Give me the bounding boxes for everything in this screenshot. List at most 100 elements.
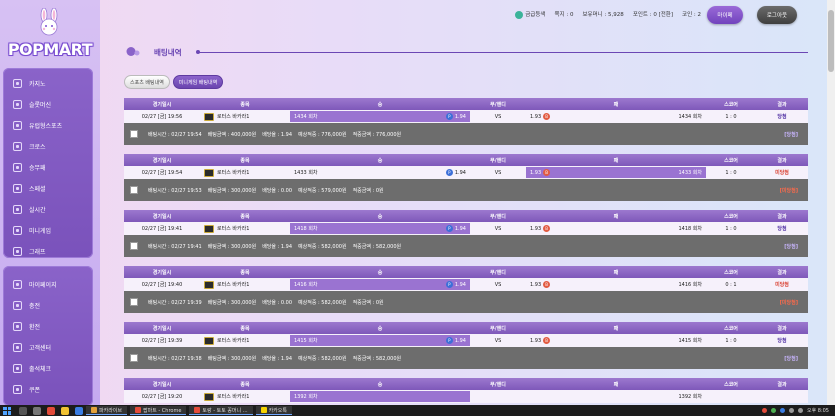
- taskbar-app-torang[interactable]: 토랑 - 토토 꽁머니 ...: [189, 406, 253, 415]
- player-badge-icon: P: [445, 225, 453, 232]
- column-header: 결과: [777, 101, 787, 108]
- point-balance[interactable]: 포인트 : 0 [전환]: [633, 10, 673, 18]
- home-selection: 1416 회차 P 1.94: [290, 279, 470, 290]
- sidebar-item-casino[interactable]: 카지노: [3, 73, 93, 94]
- bubble-icon: [126, 47, 140, 56]
- user-icon: [13, 280, 22, 289]
- sidebar-item-withdraw[interactable]: 환전: [3, 316, 93, 337]
- sidebar-item-slot[interactable]: 슬롯머신: [3, 94, 93, 115]
- column-header: 결과: [777, 213, 787, 220]
- sidebar-item-mypage[interactable]: 마이페이지: [3, 274, 93, 295]
- page-title-bar: 배팅내역: [124, 44, 808, 60]
- network-icon[interactable]: [797, 408, 803, 413]
- bet-checkbox[interactable]: [130, 242, 138, 250]
- bet-checkbox[interactable]: [130, 186, 138, 194]
- sidebar-item-live[interactable]: 실시간: [3, 199, 93, 220]
- logo[interactable]: POPMART: [4, 4, 94, 60]
- clock[interactable]: 오후 8:05: [807, 407, 829, 414]
- sidebar-item-attendance[interactable]: 출석체크: [3, 358, 93, 379]
- graph-icon: [13, 247, 22, 256]
- bet-rate: 배당율 : 1.94: [262, 355, 293, 362]
- tray-icon[interactable]: [770, 408, 776, 413]
- logout-button[interactable]: 로그아웃: [757, 6, 797, 24]
- away-selection: 1.93 B 1434 회차: [526, 111, 706, 122]
- page-scrollbar[interactable]: [827, 0, 835, 405]
- edge-icon[interactable]: [75, 406, 83, 415]
- sidebar-item-win-lose[interactable]: 승무패: [3, 157, 93, 178]
- special-icon: [13, 184, 22, 193]
- player-badge-icon: P: [445, 113, 453, 120]
- home-selection: 1418 회차 P 1.94: [290, 223, 470, 234]
- bet-checkbox[interactable]: [130, 354, 138, 362]
- bet-entry: 경기일시 종목 승 무/핸디 패 스코어 결과 02/27 [금] 19:39 로터스 바카…: [124, 322, 808, 369]
- bet-checkbox[interactable]: [130, 298, 138, 306]
- taskbar-app-kakaotalk[interactable]: 카카오톡: [255, 406, 292, 415]
- home-odds: 1.94: [454, 226, 466, 232]
- taskbar-app-chrome[interactable]: 팝마트 - Chrome: [130, 406, 187, 415]
- calendar-icon: [13, 364, 22, 373]
- column-header: 무/핸디: [490, 101, 506, 108]
- hit-amount: 적중금액 : 776,000원: [352, 131, 402, 138]
- column-header: 종목: [240, 157, 250, 164]
- sidebar-item-deposit[interactable]: 충전: [3, 295, 93, 316]
- column-header: 승: [377, 325, 383, 332]
- column-header: 결과: [777, 325, 787, 332]
- bet-entry: 경기일시 종목 승 무/핸디 패 스코어 결과 02/27 [금] 19:41 로터스 바카…: [124, 210, 808, 257]
- sidebar-item-label: 승무패: [29, 165, 46, 172]
- sidebar-item-cross[interactable]: 크로스: [3, 136, 93, 157]
- taskbar-app-pakalive[interactable]: 파카라이브: [86, 406, 128, 415]
- mypage-button[interactable]: 마이페: [707, 6, 743, 24]
- tray-icon[interactable]: [761, 408, 767, 413]
- user-menu: 마이페이지 충전 환전 고객센터 출석체크 쿠폰 코인: [3, 266, 93, 415]
- away-cell: 1392 회차: [526, 391, 706, 402]
- scrollbar-thumb[interactable]: [828, 10, 834, 72]
- bet-table-header: 경기일시 종목 승 무/핸디 패 스코어 결과: [124, 210, 808, 222]
- sidebar-item-coupon[interactable]: 쿠폰: [3, 379, 93, 400]
- sidebar-item-special[interactable]: 스페셜: [3, 178, 93, 199]
- column-header: 종목: [240, 325, 250, 332]
- bet-status: [미당첨]: [779, 299, 798, 306]
- bet-checkbox[interactable]: [130, 130, 138, 138]
- away-selection: 1.93 B 1418 회차: [526, 223, 706, 234]
- task-view-icon[interactable]: [33, 406, 41, 415]
- chrome-icon[interactable]: [47, 406, 55, 415]
- column-header: 승: [377, 213, 383, 220]
- folder-icon[interactable]: [61, 406, 69, 415]
- column-header: 경기일시: [152, 325, 172, 332]
- ball-icon: [13, 163, 22, 172]
- column-header: 승: [377, 381, 383, 388]
- tab-sports-history[interactable]: 스포츠 배팅내역: [124, 75, 170, 89]
- away-cell: 1.93 B 1418 회차: [526, 223, 706, 234]
- column-header: 경기일시: [152, 381, 172, 388]
- result: 당첨: [777, 114, 787, 120]
- sidebar-item-euro-sports[interactable]: 유럽형스포츠: [3, 115, 93, 136]
- column-header: 종목: [240, 101, 250, 108]
- game-name: 로터스 바카라1: [217, 226, 250, 232]
- tab-minigame-history[interactable]: 미니게임 배팅내역: [172, 75, 224, 89]
- user-info: 금급등색 쪽지 : 0 보유머니 : 5,928 포인트 : 0 [전환] 코인…: [515, 10, 701, 19]
- sidebar-item-support[interactable]: 고객센터: [3, 337, 93, 358]
- volume-icon[interactable]: [788, 408, 794, 413]
- search-icon[interactable]: [19, 406, 27, 415]
- bet-table-header: 경기일시 종목 승 무/핸디 패 스코어 결과: [124, 154, 808, 166]
- away-cell: 1.93 B 1434 회차: [526, 111, 706, 122]
- sidebar-item-label: 고객센터: [29, 345, 52, 352]
- bet-status: [미당첨]: [779, 187, 798, 194]
- away-cell: 1.93 B 1416 회차: [526, 279, 706, 290]
- away-label: 1434 회차: [678, 114, 702, 120]
- sidebar-item-minigame[interactable]: 미니게임: [3, 220, 93, 241]
- sidebar-item-label: 환전: [29, 324, 41, 331]
- sidebar-item-graph[interactable]: 그래프: [3, 241, 93, 262]
- notes-count[interactable]: 쪽지 : 0: [554, 10, 573, 18]
- sidebar-item-label: 마이페이지: [29, 282, 57, 289]
- home-selection: 1433 회차 P 1.94: [290, 167, 470, 178]
- tray-icon[interactable]: [779, 408, 785, 413]
- windows-start-icon[interactable]: [3, 406, 11, 415]
- score: 1 : 0: [725, 337, 737, 344]
- score: 1 : 0: [725, 225, 737, 232]
- game-cell: 로터스 바카라1: [200, 224, 290, 233]
- sidebar-item-label: 미니게임: [29, 228, 52, 235]
- baccarat-icon: [204, 168, 214, 177]
- banker-badge-icon: B: [543, 169, 551, 176]
- bet-status: [당첨]: [784, 131, 798, 138]
